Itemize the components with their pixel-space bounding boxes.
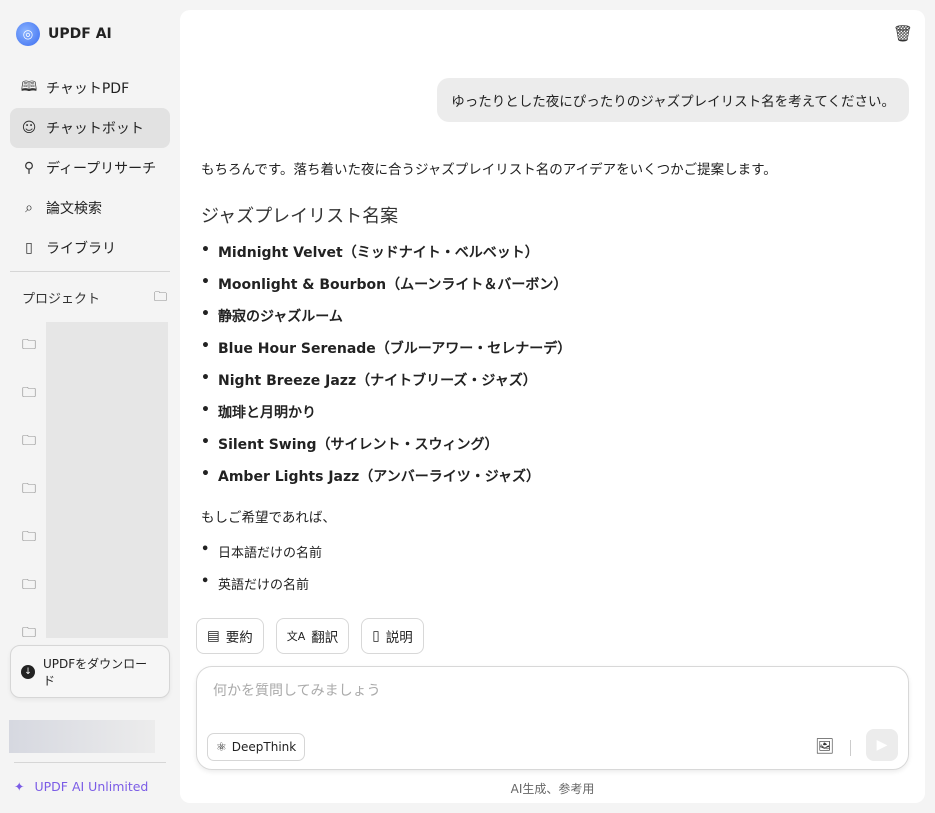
project-list: 🗀 🗀 🗀 🗀 🗀 🗀 🗀 — [22, 322, 36, 658]
divider — [850, 740, 851, 756]
answer-intro: もちろんです。落ち着いた夜に合うジャズプレイリスト名のアイデアをいくつかご提案し… — [201, 162, 777, 178]
list-item: Midnight Velvet（ミッドナイト・ベルベット） — [201, 242, 901, 274]
user-message: ゆったりとした夜にぴったりのジャズプレイリスト名を考えてください。 — [437, 78, 909, 122]
chat-panel: 🗑 ゆったりとした夜にぴったりのジャズプレイリスト名を考えてください。 もちろん… — [180, 10, 925, 803]
explain-button[interactable]: ▯ 説明 — [361, 618, 424, 654]
book-icon: ▯ — [372, 628, 380, 644]
atom-icon: ⚛ — [216, 740, 227, 754]
doc-search-icon: ⌕ — [25, 200, 33, 216]
option-list: 日本語だけの名前 英語だけの名前 — [201, 542, 901, 606]
sidebar-item-label: チャットPDF — [46, 81, 130, 97]
projects-header: プロジェクト 🗀 — [22, 288, 167, 310]
answer-followup: もしご希望であれば、 — [201, 510, 336, 526]
chat-input[interactable] — [213, 683, 813, 699]
composer: ⚛ DeepThink 🖼 ▶ — [196, 666, 909, 770]
list-item: 珈琲と月明かり — [201, 402, 901, 434]
folder-icon[interactable]: 🗀 — [22, 514, 36, 562]
summarize-button[interactable]: ▤ 要約 — [196, 618, 264, 654]
book-sparkle-icon: 🕮 — [20, 79, 38, 95]
folder-icon[interactable]: 🗀 — [22, 466, 36, 514]
folder-icon[interactable]: 🗀 — [22, 562, 36, 610]
deepthink-toggle[interactable]: ⚛ DeepThink — [207, 733, 306, 761]
download-label: UPDFをダウンロード — [43, 656, 148, 688]
answer-heading: ジャズプレイリスト名案 — [201, 206, 399, 227]
app-name: UPDF AI — [48, 26, 112, 42]
sidebar-item-deep-research[interactable]: ⚲ ディープリサーチ — [10, 148, 170, 188]
unlimited-link[interactable]: ✦ UPDF AI Unlimited — [14, 779, 148, 794]
project-names-redacted — [46, 322, 168, 638]
sidebar-item-label: 論文検索 — [46, 201, 102, 217]
translate-button[interactable]: 文A 翻訳 — [275, 618, 350, 654]
playlist-name-list: Midnight Velvet（ミッドナイト・ベルベット） Moonlight … — [201, 242, 901, 498]
sparkle-icon: ✦ — [14, 779, 25, 794]
user-account-redacted[interactable] — [9, 720, 155, 753]
sidebar-item-label: ディープリサーチ — [46, 161, 157, 177]
button-label: 翻訳 — [311, 630, 339, 646]
bot-face-icon: ☺ — [21, 120, 37, 136]
divider — [14, 762, 166, 763]
library-icon: ▯ — [25, 240, 33, 256]
quick-actions: ▤ 要約 文A 翻訳 ▯ 説明 — [196, 618, 424, 654]
send-button[interactable]: ▶ — [866, 729, 898, 761]
projects-label: プロジェクト — [22, 292, 101, 307]
ai-disclaimer: AI生成、参考用 — [510, 782, 595, 796]
list-item: 静寂のジャズルーム — [201, 306, 901, 338]
new-folder-icon[interactable]: 🗀 — [154, 288, 167, 310]
summarize-icon: ▤ — [207, 628, 220, 644]
app-logo[interactable]: ◎ UPDF AI — [16, 22, 112, 46]
sidebar-item-library[interactable]: ▯ ライブラリ — [10, 228, 170, 268]
assistant-message: もちろんです。落ち着いた夜に合うジャズプレイリスト名のアイデアをいくつかご提案し… — [201, 158, 901, 606]
folder-icon[interactable]: 🗀 — [22, 418, 36, 466]
clear-chat-icon[interactable]: 🗑 — [893, 24, 913, 43]
sidebar-item-paper-search[interactable]: ⌕ 論文検索 — [10, 188, 170, 228]
list-item: 英語だけの名前 — [201, 574, 901, 606]
deepthink-label: DeepThink — [231, 740, 297, 754]
folder-icon[interactable]: 🗀 — [22, 370, 36, 418]
list-item: Amber Lights Jazz（アンバーライツ・ジャズ） — [201, 466, 901, 498]
sidebar-nav: 🕮 チャットPDF ☺ チャットボット ⚲ ディープリサーチ ⌕ 論文検索 ▯ ライブラリ — [10, 68, 170, 268]
list-item: Blue Hour Serenade（ブルーアワー・セレナーデ） — [201, 338, 901, 370]
sidebar-item-chatbot[interactable]: ☺ チャットボット — [10, 108, 170, 148]
updf-logo-icon: ◎ — [16, 22, 40, 46]
sidebar-item-label: チャットボット — [46, 121, 144, 137]
sidebar: ◎ UPDF AI 🕮 チャットPDF ☺ チャットボット ⚲ ディープリサーチ ⌕ 論… — [0, 0, 180, 813]
sidebar-item-label: ライブラリ — [46, 241, 116, 257]
telescope-icon: ⚲ — [23, 160, 35, 176]
unlimited-label: UPDF AI Unlimited — [34, 779, 149, 794]
list-item: Silent Swing（サイレント・スウィング） — [201, 434, 901, 466]
download-icon: ↓ — [21, 664, 35, 679]
list-item: Night Breeze Jazz（ナイトブリーズ・ジャズ） — [201, 370, 901, 402]
button-label: 説明 — [385, 630, 413, 646]
folder-icon[interactable]: 🗀 — [22, 322, 36, 370]
divider — [10, 271, 170, 272]
image-upload-icon[interactable]: 🖼 — [815, 737, 834, 755]
button-label: 要約 — [225, 630, 253, 646]
list-item: 日本語だけの名前 — [201, 542, 901, 574]
list-item: Moonlight & Bourbon（ムーンライト＆バーボン） — [201, 274, 901, 306]
sidebar-item-chat-pdf[interactable]: 🕮 チャットPDF — [10, 68, 170, 108]
translate-icon: 文A — [286, 630, 306, 643]
download-updf-button[interactable]: ↓ UPDFをダウンロード — [10, 645, 170, 698]
